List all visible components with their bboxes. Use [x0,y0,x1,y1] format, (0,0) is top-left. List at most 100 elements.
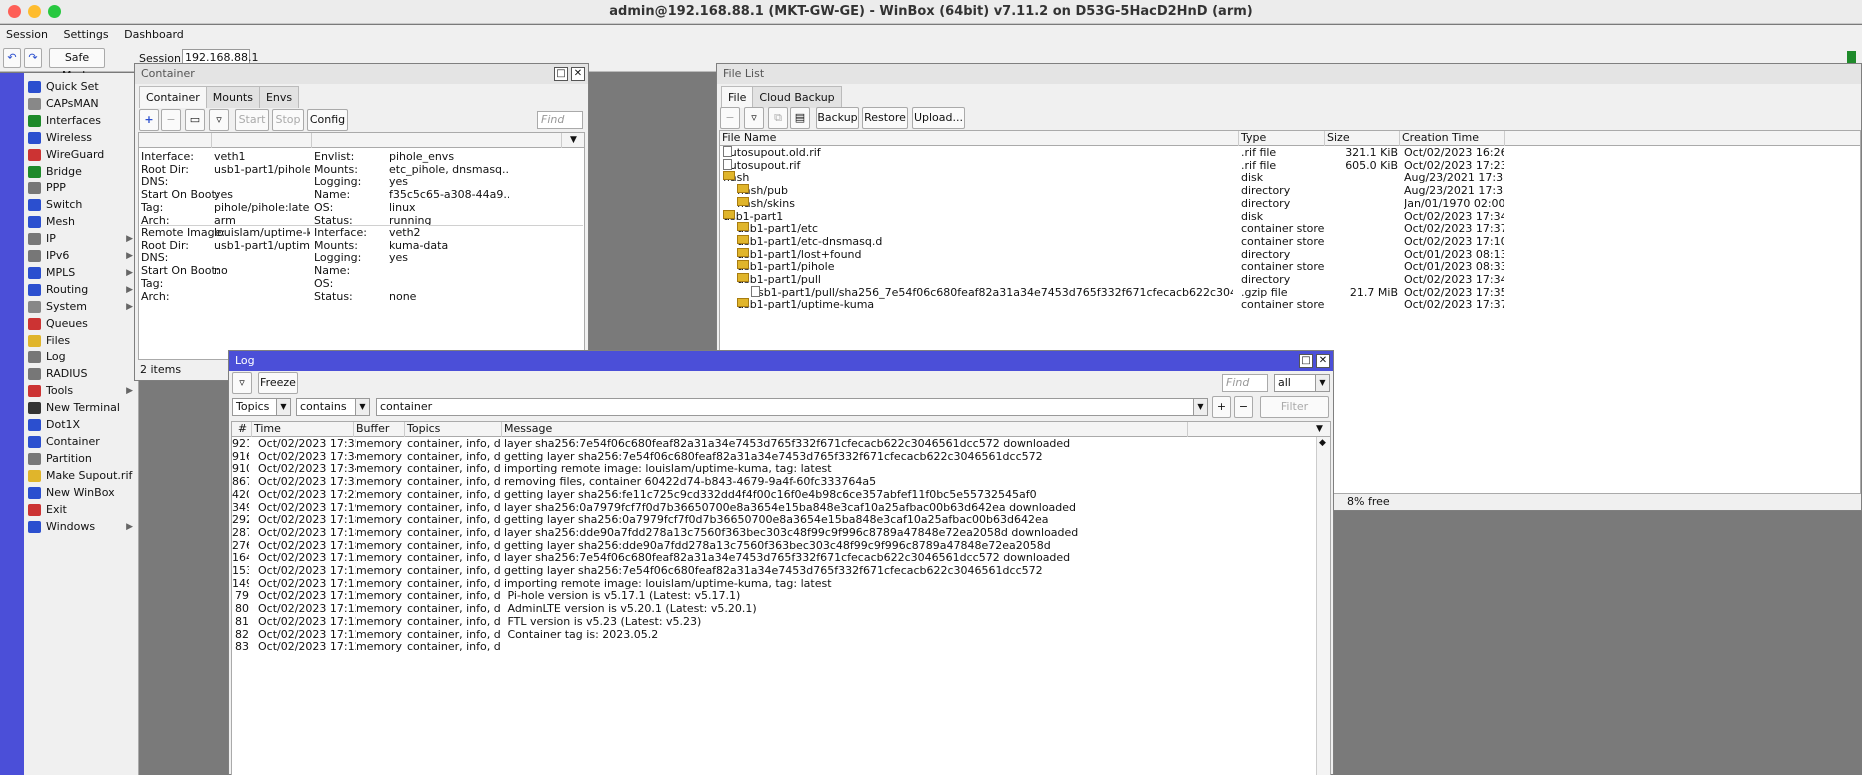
log-time-cell: Oct/02/2023 17:34:55 [258,449,356,463]
log-row[interactable]: 164 Oct/02/2023 17:13:48memory container, … [232,551,1315,564]
column-chooser-icon[interactable]: ▼ [1314,422,1328,437]
file-row[interactable]: usb1-part1/pull/sha256_7e54f06c680feaf82… [720,285,1860,299]
tab-file[interactable]: File [721,86,754,108]
log-buffer-cell: memory [356,449,402,463]
field-label: OS: [314,276,334,290]
column-chooser-icon[interactable]: ▼ [568,133,582,148]
menu-settings[interactable]: Settings [57,25,114,41]
log-level-select[interactable]: all ▼ [1274,374,1330,392]
file-row[interactable]: autosupout.rif .rif file 605.0 KiB Oct/02/2… [720,158,1860,172]
filter-field-select[interactable]: Topics ▼ [232,398,291,416]
log-row[interactable]: 867 Oct/02/2023 17:33:30memory container, … [232,475,1315,488]
backup-button[interactable]: Backup [816,107,859,129]
field-label: Interface: [141,150,194,163]
log-row[interactable]: 79 Oct/02/2023 17:12:12memory container, i… [232,589,1315,602]
log-row[interactable]: 349 Oct/02/2023 17:19:51memory container, … [232,501,1315,514]
start-button[interactable]: Start [235,109,269,131]
comment-button[interactable]: ▭ [185,109,205,131]
log-row[interactable]: 292 Oct/02/2023 17:18:23memory container, … [232,513,1315,526]
log-row[interactable]: 80 Oct/02/2023 17:12:12memory container, i… [232,602,1315,615]
maximize-container-window[interactable]: □ [554,67,568,81]
col-topics[interactable]: Topics [405,422,502,437]
paste-button[interactable]: ▤ [790,107,810,129]
file-row[interactable]: usb1-part1/pull directory Oct/02/2023 17:3… [720,273,1860,286]
log-row[interactable]: 287 Oct/02/2023 17:18:19memory container, … [232,526,1315,539]
sidebar-item-label: Log [46,350,66,364]
stop-button[interactable]: Stop [272,109,304,131]
file-remove-button[interactable]: − [720,107,740,129]
log-topics-cell: container, info, debug [407,437,501,450]
freeze-button[interactable]: Freeze [258,372,298,394]
tab-envs[interactable]: Envs [258,86,300,108]
sidebar-item-windows[interactable]: Windows ▶ [24,517,139,537]
restore-button[interactable]: Restore [862,107,908,129]
add-button[interactable]: + [139,109,159,131]
col-number[interactable]: # [232,422,252,437]
log-row[interactable]: 420 Oct/02/2023 17:22:37memory container, … [232,488,1315,501]
file-row[interactable]: flash/pub directory Aug/23/2021 17:33:13 [720,184,1860,197]
close-container-window[interactable]: ✕ [571,67,585,81]
log-row[interactable]: 916 Oct/02/2023 17:34:55memory container, … [232,450,1315,463]
log-row[interactable]: 149 Oct/02/2023 17:13:36memory container, … [232,577,1315,590]
file-size-cell: 321.1 KiB [1345,146,1398,159]
remove-filter-button[interactable]: − [1234,396,1253,418]
remove-button[interactable]: − [161,109,181,131]
exit-icon [28,503,41,516]
file-row[interactable]: usb1-part1/etc-dnsmasq.d container store O… [720,234,1860,248]
log-n-cell: 164 [232,551,249,565]
col-size[interactable]: Size [1325,131,1400,146]
log-row[interactable]: 276 Oct/02/2023 17:18:18memory container, … [232,539,1315,552]
menu-dashboard[interactable]: Dashboard [118,25,190,41]
log-row[interactable]: 910 Oct/02/2023 17:34:51memory container, … [232,462,1315,475]
container-item[interactable]: Remote Image:louislam/uptime-kuma Interfa… [139,226,584,303]
copy-button[interactable]: ⧉ [768,107,788,129]
apply-filter-button[interactable]: Filter [1260,396,1329,418]
log-scrollbar[interactable]: ◆ [1316,437,1330,775]
filter-button[interactable]: ▿ [209,109,229,131]
file-time-cell: Oct/02/2023 17:34:55 [1404,273,1504,286]
col-file-name[interactable]: File Name [720,131,1239,146]
file-time-cell: Oct/02/2023 16:26:58 [1404,146,1504,159]
field-label: Root Dir: [141,238,189,252]
file-row[interactable]: flash/skins directory Jan/01/1970 02:00:11 [720,196,1860,210]
upload-button[interactable]: Upload... [912,107,965,129]
log-row[interactable]: 81 Oct/02/2023 17:12:12memory container, i… [232,615,1315,628]
log-filter-toggle-button[interactable]: ▿ [232,372,252,394]
file-row[interactable]: usb1-part1/lost+found directory Oct/01/202… [720,247,1860,261]
tab-cloud-backup[interactable]: Cloud Backup [752,86,842,108]
log-find-input[interactable]: Find [1222,374,1268,392]
file-filter-button[interactable]: ▿ [744,107,764,129]
chevron-down-icon: ▼ [1193,399,1207,415]
container-item[interactable]: Interface: veth1 Envlist: pihole_envs Root D… [139,150,584,227]
log-row[interactable]: 921 Oct/02/2023 17:35:05memory container, … [232,437,1315,450]
log-row[interactable]: 83 Oct/02/2023 17:12:12memory container, i… [232,640,1315,653]
tab-container[interactable]: Container [139,86,207,108]
maximize-log-window[interactable]: □ [1299,354,1313,368]
tab-mounts[interactable]: Mounts [205,86,260,108]
log-row[interactable]: 153 Oct/02/2023 17:13:39memory container, … [232,564,1315,577]
col-time[interactable]: Time [252,422,354,437]
config-button[interactable]: Config [307,109,348,131]
undo-button[interactable]: ↶ [3,48,21,68]
redo-button[interactable]: ↷ [24,48,42,68]
container-find-input[interactable]: Find [537,111,583,129]
filter-op-select[interactable]: contains ▼ [296,398,370,416]
log-buffer-cell: memory [356,462,402,476]
col-message[interactable]: Message [502,422,1188,437]
col-buffer[interactable]: Buffer [354,422,405,437]
add-filter-button[interactable]: + [1212,396,1231,418]
safe-mode-button[interactable]: Safe Mode [49,48,105,82]
file-row[interactable]: usb1-part1 disk Oct/02/2023 17:34:51 [720,209,1860,223]
file-row[interactable]: usb1-part1/pihole container store Oct/01/2… [720,260,1860,273]
file-row[interactable]: flash disk Aug/23/2021 17:33:13 [720,171,1860,184]
file-row[interactable]: autosupout.old.rif .rif file 321.1 KiB Oct/… [720,146,1860,159]
close-log-window[interactable]: ✕ [1316,354,1330,368]
file-row[interactable]: usb1-part1/uptime-kuma container store Oct… [720,298,1860,311]
log-buffer-cell: memory [356,513,402,527]
filter-value-input[interactable]: container ▼ [376,398,1208,416]
col-type[interactable]: Type [1239,131,1325,146]
menu-session[interactable]: Session [0,25,54,41]
file-row[interactable]: usb1-part1/etc container store Oct/02/2023… [720,222,1860,235]
log-row[interactable]: 82 Oct/02/2023 17:12:12memory container, i… [232,628,1315,641]
col-creation-time[interactable]: Creation Time [1400,131,1505,146]
